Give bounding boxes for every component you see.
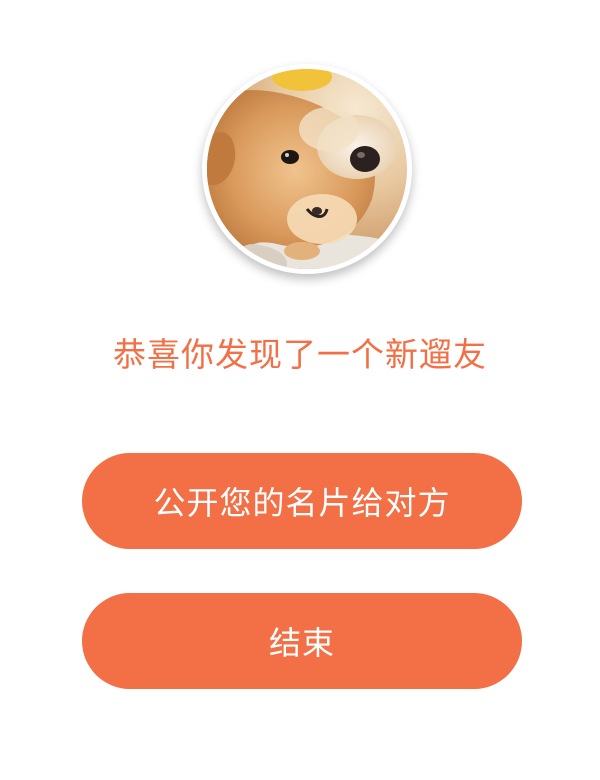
avatar-frame [202, 64, 412, 274]
share-card-button[interactable]: 公开您的名片给对方 [82, 453, 522, 549]
avatar [207, 69, 407, 269]
dog-photo-image [207, 69, 407, 269]
end-button[interactable]: 结束 [82, 593, 522, 689]
page-title: 恭喜你发现了一个新遛友 [113, 335, 487, 374]
